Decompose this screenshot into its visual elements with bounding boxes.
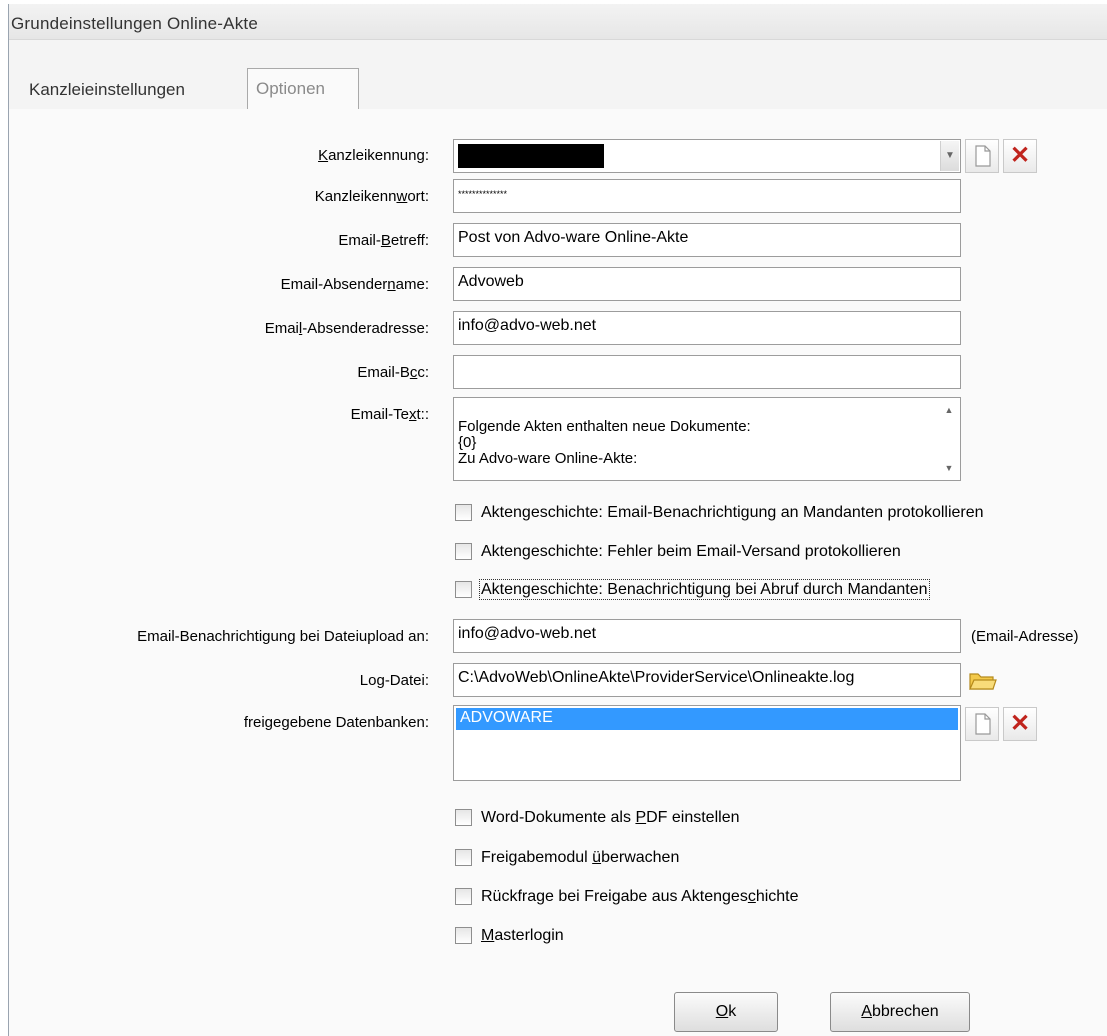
upload-email-field[interactable]: info@advo-web.net: [453, 619, 961, 653]
title-bar: Grundeinstellungen Online-Akte: [9, 4, 1107, 40]
check-rueckfrage-freigabe[interactable]: Rückfrage bei Freigabe aus Aktengeschich…: [455, 888, 799, 906]
new-document-icon[interactable]: [965, 139, 999, 173]
redacted-value: [458, 144, 604, 168]
kanzleikennung-label: Kanzleikennung:: [318, 147, 429, 164]
check-word-pdf[interactable]: Word-Dokumente als PDF einstellen: [455, 809, 739, 827]
checkbox[interactable]: [455, 581, 472, 599]
emailtext-content: Folgende Akten enthalten neue Dokumente:…: [458, 418, 751, 467]
check-fehler-email-versand[interactable]: Aktengeschichte: Fehler beim Email-Versa…: [455, 543, 901, 561]
chevron-down-icon[interactable]: ▼: [940, 141, 959, 171]
databases-listbox[interactable]: ADVOWARE: [453, 705, 961, 781]
check-masterlogin[interactable]: Masterlogin: [455, 927, 564, 945]
checkbox[interactable]: [455, 809, 472, 827]
checkbox[interactable]: [455, 849, 472, 867]
checkbox[interactable]: [455, 927, 472, 945]
kanzleikennwort-field[interactable]: **************: [453, 179, 961, 213]
check-benachrichtigung-abruf[interactable]: Aktengeschichte: Benachrichtigung bei Ab…: [455, 579, 930, 600]
upload-hint: (Email-Adresse): [971, 628, 1079, 645]
new-document-icon[interactable]: [965, 707, 999, 741]
ok-button[interactable]: Ok: [674, 992, 778, 1032]
tab-optionen[interactable]: Optionen: [247, 68, 359, 110]
scroll-down-icon[interactable]: ▼: [942, 460, 956, 476]
check-email-benachrichtigung[interactable]: Aktengeschichte: Email-Benachrichtigung …: [455, 504, 984, 522]
list-item[interactable]: ADVOWARE: [456, 708, 958, 730]
absenderadresse-label: Email-Absenderadresse:: [264, 320, 429, 337]
delete-x-icon[interactable]: ✕: [1003, 707, 1037, 741]
betreff-field[interactable]: Post von Advo-ware Online-Akte: [453, 223, 961, 257]
absendername-label: Email-Absendername:: [280, 276, 429, 293]
checkbox[interactable]: [455, 504, 472, 522]
databases-label: freigegebene Datenbanken:: [243, 714, 429, 731]
kanzleikennwort-label: Kanzleikennwort:: [314, 188, 429, 205]
check-freigabemodul[interactable]: Freigabemodul überwachen: [455, 849, 679, 867]
logfile-label: Log-Datei:: [359, 672, 429, 689]
upload-label: Email-Benachrichtigung bei Dateiupload a…: [137, 628, 429, 645]
checkbox[interactable]: [455, 888, 472, 906]
emailtext-label: Email-Text::: [350, 406, 429, 423]
delete-x-icon[interactable]: ✕: [1003, 139, 1037, 173]
logfile-field[interactable]: C:\AdvoWeb\OnlineAkte\ProviderService\On…: [453, 663, 961, 697]
bcc-field[interactable]: [453, 355, 961, 389]
absenderadresse-field[interactable]: info@advo-web.net: [453, 311, 961, 345]
emailtext-field[interactable]: Folgende Akten enthalten neue Dokumente:…: [453, 397, 961, 481]
scroll-up-icon[interactable]: ▲: [942, 402, 956, 418]
dialog-window: Grundeinstellungen Online-Akte Kanzleiei…: [8, 4, 1107, 1036]
open-folder-icon[interactable]: [965, 663, 999, 697]
absendername-field[interactable]: Advoweb: [453, 267, 961, 301]
tab-strip: Kanzleieinstellungen Optionen: [9, 64, 1107, 110]
kanzleikennung-dropdown[interactable]: ▼: [453, 139, 961, 173]
window-title: Grundeinstellungen Online-Akte: [11, 14, 258, 33]
betreff-label: Email-Betreff:: [338, 232, 429, 249]
options-panel: Kanzleikennung: ▼ ✕ Kanzleikennwort: ***…: [9, 109, 1107, 1036]
cancel-button[interactable]: Abbrechen: [830, 992, 970, 1032]
bcc-label: Email-Bcc:: [357, 364, 429, 381]
tab-kanzleieinstellungen[interactable]: Kanzleieinstellungen: [21, 74, 193, 108]
checkbox[interactable]: [455, 543, 472, 561]
